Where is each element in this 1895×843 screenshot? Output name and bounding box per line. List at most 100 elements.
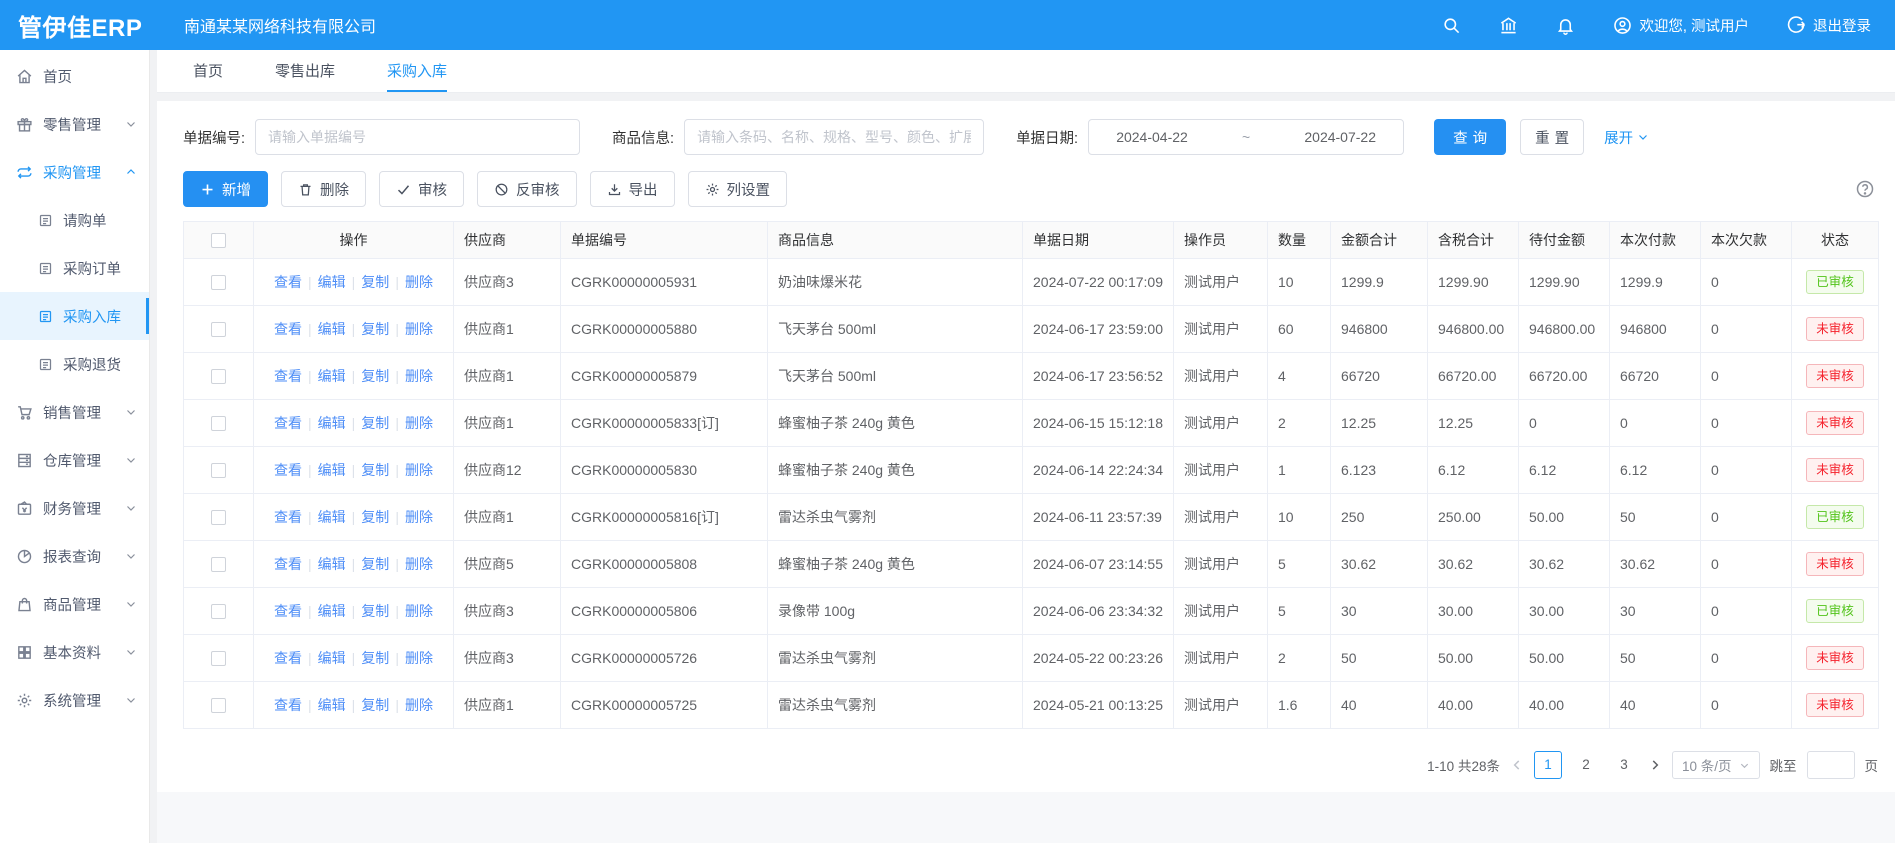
- page-1-button[interactable]: 1: [1534, 751, 1562, 779]
- sidebar-item-purchase-return[interactable]: 采购退货: [0, 340, 149, 388]
- row-checkbox[interactable]: [211, 463, 226, 478]
- row-delete-link[interactable]: 删除: [405, 697, 433, 713]
- sidebar-item-home[interactable]: 首页: [0, 52, 149, 100]
- sidebar-item-finance-mgmt[interactable]: 财务管理: [0, 484, 149, 532]
- sidebar-item-purchase-order[interactable]: 采购订单: [0, 244, 149, 292]
- view-link[interactable]: 查看: [274, 462, 302, 478]
- copy-link[interactable]: 复制: [361, 415, 389, 431]
- search-icon[interactable]: [1442, 16, 1461, 35]
- edit-link[interactable]: 编辑: [318, 650, 346, 666]
- edit-link[interactable]: 编辑: [318, 697, 346, 713]
- view-link[interactable]: 查看: [274, 603, 302, 619]
- edit-link[interactable]: 编辑: [318, 274, 346, 290]
- sidebar-item-purchase-request[interactable]: 请购单: [0, 196, 149, 244]
- edit-link[interactable]: 编辑: [318, 509, 346, 525]
- row-delete-link[interactable]: 删除: [405, 509, 433, 525]
- date-end[interactable]: 2024-07-22: [1304, 129, 1376, 145]
- view-link[interactable]: 查看: [274, 556, 302, 572]
- view-link[interactable]: 查看: [274, 368, 302, 384]
- delete-button[interactable]: 删除: [281, 171, 366, 207]
- view-link[interactable]: 查看: [274, 697, 302, 713]
- tab-retail-outbound[interactable]: 零售出库: [275, 50, 335, 92]
- expand-toggle[interactable]: 展开: [1604, 127, 1649, 148]
- product-info-input[interactable]: [684, 119, 984, 155]
- row-checkbox[interactable]: [211, 416, 226, 431]
- help-icon[interactable]: [1855, 179, 1875, 199]
- sidebar-item-retail-mgmt[interactable]: 零售管理: [0, 100, 149, 148]
- row-delete-link[interactable]: 删除: [405, 650, 433, 666]
- row-delete-link[interactable]: 删除: [405, 462, 433, 478]
- row-checkbox[interactable]: [211, 275, 226, 290]
- edit-link[interactable]: 编辑: [318, 368, 346, 384]
- row-delete-link[interactable]: 删除: [405, 274, 433, 290]
- sidebar-item-report-query[interactable]: 报表查询: [0, 532, 149, 580]
- copy-link[interactable]: 复制: [361, 697, 389, 713]
- edit-link[interactable]: 编辑: [318, 415, 346, 431]
- reset-button[interactable]: 重置: [1520, 119, 1584, 155]
- row-delete-link[interactable]: 删除: [405, 368, 433, 384]
- logout-button[interactable]: 退出登录: [1787, 15, 1871, 36]
- next-page-icon[interactable]: [1648, 758, 1662, 772]
- sidebar-item-warehouse-mgmt[interactable]: 仓库管理: [0, 436, 149, 484]
- row-delete-link[interactable]: 删除: [405, 556, 433, 572]
- sidebar-item-sales-mgmt[interactable]: 销售管理: [0, 388, 149, 436]
- prev-page-icon[interactable]: [1510, 758, 1524, 772]
- view-link[interactable]: 查看: [274, 509, 302, 525]
- view-link[interactable]: 查看: [274, 321, 302, 337]
- page-2-button[interactable]: 2: [1572, 751, 1600, 779]
- copy-link[interactable]: 复制: [361, 321, 389, 337]
- sidebar-item-system-mgmt[interactable]: 系统管理: [0, 676, 149, 724]
- row-checkbox[interactable]: [211, 698, 226, 713]
- copy-link[interactable]: 复制: [361, 650, 389, 666]
- edit-link[interactable]: 编辑: [318, 603, 346, 619]
- link-separator: |: [395, 697, 399, 713]
- export-button[interactable]: 导出: [590, 171, 675, 207]
- copy-link[interactable]: 复制: [361, 462, 389, 478]
- jump-page-input[interactable]: [1807, 751, 1855, 779]
- edit-link[interactable]: 编辑: [318, 462, 346, 478]
- unaudit-button[interactable]: 反审核: [477, 171, 577, 207]
- row-delete-link[interactable]: 删除: [405, 415, 433, 431]
- tax-amount-cell: 50.00: [1428, 635, 1519, 682]
- date-range-picker[interactable]: 2024-04-22 ~ 2024-07-22: [1088, 119, 1404, 155]
- row-checkbox[interactable]: [211, 369, 226, 384]
- copy-link[interactable]: 复制: [361, 274, 389, 290]
- tab-home[interactable]: 首页: [193, 50, 223, 92]
- bank-icon[interactable]: [1499, 16, 1518, 35]
- sidebar-item-purchase-mgmt[interactable]: 采购管理: [0, 148, 149, 196]
- edit-link[interactable]: 编辑: [318, 321, 346, 337]
- view-link[interactable]: 查看: [274, 650, 302, 666]
- copy-link[interactable]: 复制: [361, 368, 389, 384]
- view-link[interactable]: 查看: [274, 415, 302, 431]
- welcome-user[interactable]: 欢迎您, 测试用户: [1613, 15, 1749, 36]
- row-checkbox[interactable]: [211, 604, 226, 619]
- edit-link[interactable]: 编辑: [318, 556, 346, 572]
- row-checkbox[interactable]: [211, 510, 226, 525]
- link-separator: |: [308, 274, 312, 290]
- sidebar-item-product-mgmt[interactable]: 商品管理: [0, 580, 149, 628]
- row-checkbox[interactable]: [211, 651, 226, 666]
- chevron-down-icon: [125, 550, 137, 562]
- audit-button[interactable]: 审核: [379, 171, 464, 207]
- copy-link[interactable]: 复制: [361, 509, 389, 525]
- tab-purchase-inbound[interactable]: 采购入库: [387, 50, 447, 92]
- copy-link[interactable]: 复制: [361, 556, 389, 572]
- column-settings-button[interactable]: 列设置: [688, 171, 788, 207]
- view-link[interactable]: 查看: [274, 274, 302, 290]
- page-3-button[interactable]: 3: [1610, 751, 1638, 779]
- row-delete-link[interactable]: 删除: [405, 603, 433, 619]
- date-start[interactable]: 2024-04-22: [1116, 129, 1188, 145]
- bell-icon[interactable]: [1556, 16, 1575, 35]
- row-checkbox[interactable]: [211, 322, 226, 337]
- page-size-select[interactable]: 10 条/页: [1672, 751, 1760, 779]
- add-button[interactable]: 新增: [183, 171, 268, 207]
- sidebar-item-base-data[interactable]: 基本资料: [0, 628, 149, 676]
- bill-no-input[interactable]: [255, 119, 580, 155]
- product-cell: 雷达杀虫气雾剂: [768, 494, 1023, 541]
- search-button[interactable]: 查询: [1434, 119, 1506, 155]
- select-all-checkbox[interactable]: [211, 233, 226, 248]
- sidebar-item-purchase-inbound[interactable]: 采购入库: [0, 292, 149, 340]
- row-delete-link[interactable]: 删除: [405, 321, 433, 337]
- row-checkbox[interactable]: [211, 557, 226, 572]
- copy-link[interactable]: 复制: [361, 603, 389, 619]
